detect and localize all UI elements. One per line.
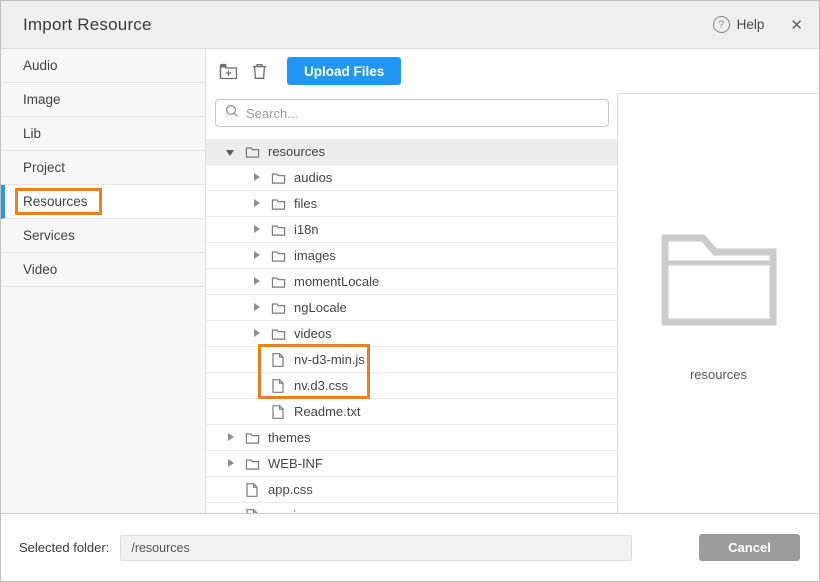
- expander-arrow-icon: [226, 511, 236, 514]
- expander-arrow-icon: [226, 485, 236, 495]
- tree-row-audios[interactable]: audios: [206, 165, 617, 191]
- tree-row-label: WEB-INF: [268, 456, 323, 471]
- page-title: Import Resource: [23, 15, 152, 35]
- tree-row-themes[interactable]: themes: [206, 425, 617, 451]
- folder-icon: [270, 275, 286, 289]
- dialog-header: Import Resource ? Help ✕: [1, 1, 819, 49]
- file-icon: [270, 405, 286, 419]
- expander-arrow-icon[interactable]: [252, 173, 262, 183]
- close-icon[interactable]: ✕: [790, 16, 803, 34]
- sidebar-item-label: Project: [23, 160, 65, 175]
- search-box: [215, 99, 609, 127]
- tree-row-WEB-INF[interactable]: WEB-INF: [206, 451, 617, 477]
- sidebar-item-services[interactable]: Services: [1, 219, 205, 253]
- tree-row-label: i18n: [294, 222, 319, 237]
- expander-arrow-icon[interactable]: [226, 147, 236, 157]
- file-icon: [244, 509, 260, 514]
- folder-icon: [244, 145, 260, 159]
- expander-arrow-icon[interactable]: [252, 251, 262, 261]
- sidebar-item-label: Services: [23, 228, 75, 243]
- sidebar-item-label: Lib: [23, 126, 41, 141]
- dialog-footer: Selected folder: Cancel: [1, 513, 819, 581]
- sidebar-item-video[interactable]: Video: [1, 253, 205, 287]
- expander-arrow-icon: [252, 381, 262, 391]
- help-icon[interactable]: ?: [713, 16, 730, 33]
- sidebar-item-label: Audio: [23, 58, 58, 73]
- search-input[interactable]: [246, 106, 599, 121]
- expander-arrow-icon[interactable]: [252, 329, 262, 339]
- expander-arrow-icon[interactable]: [252, 277, 262, 287]
- main-panel: Upload Files: [206, 49, 819, 513]
- tree-row-app.css[interactable]: app.css: [206, 477, 617, 503]
- file-icon: [270, 379, 286, 393]
- tree-row-ngLocale[interactable]: ngLocale: [206, 295, 617, 321]
- tree-row-label: nv-d3-min.js: [294, 352, 365, 367]
- new-folder-icon[interactable]: [215, 58, 241, 84]
- expander-arrow-icon[interactable]: [252, 225, 262, 235]
- folder-icon: [270, 171, 286, 185]
- expander-arrow-icon: [252, 407, 262, 417]
- tree-row-app.js[interactable]: app.js: [206, 503, 617, 513]
- import-resource-dialog: Import Resource ? Help ✕ Audio Image Lib…: [0, 0, 820, 582]
- cancel-button[interactable]: Cancel: [699, 534, 800, 561]
- tree-row-Readme.txt[interactable]: Readme.txt: [206, 399, 617, 425]
- expander-arrow-icon[interactable]: [252, 199, 262, 209]
- tree-row-label: files: [294, 196, 317, 211]
- tree-row-label: app.js: [268, 508, 303, 513]
- folder-icon: [244, 431, 260, 445]
- tree-row-label: themes: [268, 430, 311, 445]
- sidebar-item-audio[interactable]: Audio: [1, 49, 205, 83]
- delete-icon[interactable]: [246, 58, 272, 84]
- tree-row-label: videos: [294, 326, 332, 341]
- tree-row-label: momentLocale: [294, 274, 379, 289]
- upload-files-button[interactable]: Upload Files: [287, 57, 401, 85]
- search-icon: [225, 104, 239, 123]
- tree-row-nv.d3.css[interactable]: nv.d3.css: [206, 373, 617, 399]
- tree-row-label: app.css: [268, 482, 313, 497]
- folder-icon: [270, 301, 286, 315]
- tree-rows: resources audios files i18n: [206, 139, 617, 513]
- tree-row-label: nv.d3.css: [294, 378, 348, 393]
- sidebar-item-label: Resources: [15, 188, 102, 215]
- sidebar-item-lib[interactable]: Lib: [1, 117, 205, 151]
- help-link[interactable]: Help: [737, 17, 765, 32]
- tree-row-images[interactable]: images: [206, 243, 617, 269]
- selected-folder-label: Selected folder:: [19, 540, 109, 555]
- folder-icon: [270, 223, 286, 237]
- file-icon: [270, 353, 286, 367]
- folder-icon: [244, 457, 260, 471]
- sidebar-item-image[interactable]: Image: [1, 83, 205, 117]
- preview-panel: resources: [618, 93, 819, 513]
- tree-row-files[interactable]: files: [206, 191, 617, 217]
- tree-row-momentLocale[interactable]: momentLocale: [206, 269, 617, 295]
- expander-arrow-icon: [252, 355, 262, 365]
- tree-row-label: audios: [294, 170, 332, 185]
- sidebar: Audio Image Lib Project Resources Servic…: [1, 49, 206, 513]
- folder-icon: [659, 232, 779, 333]
- folder-icon: [270, 249, 286, 263]
- expander-arrow-icon[interactable]: [226, 459, 236, 469]
- expander-arrow-icon[interactable]: [226, 433, 236, 443]
- tree-row-nv-d3-min.js[interactable]: nv-d3-min.js: [206, 347, 617, 373]
- sidebar-item-label: Video: [23, 262, 57, 277]
- sidebar-item-label: Image: [23, 92, 61, 107]
- folder-icon: [270, 327, 286, 341]
- tree-row-label: images: [294, 248, 336, 263]
- sidebar-item-resources[interactable]: Resources: [1, 185, 205, 219]
- tree-row-label: Readme.txt: [294, 404, 360, 419]
- folder-icon: [270, 197, 286, 211]
- expander-arrow-icon[interactable]: [252, 303, 262, 313]
- tree-row-videos[interactable]: videos: [206, 321, 617, 347]
- preview-folder-name: resources: [690, 367, 747, 382]
- tree-row-label: ngLocale: [294, 300, 347, 315]
- sidebar-item-project[interactable]: Project: [1, 151, 205, 185]
- tree-row-i18n[interactable]: i18n: [206, 217, 617, 243]
- selected-folder-input[interactable]: [120, 535, 632, 561]
- tree-row-resources[interactable]: resources: [206, 139, 617, 165]
- toolbar: Upload Files: [206, 49, 819, 93]
- tree-row-label: resources: [268, 144, 325, 159]
- file-tree-panel: resources audios files i18n: [206, 93, 618, 513]
- file-icon: [244, 483, 260, 497]
